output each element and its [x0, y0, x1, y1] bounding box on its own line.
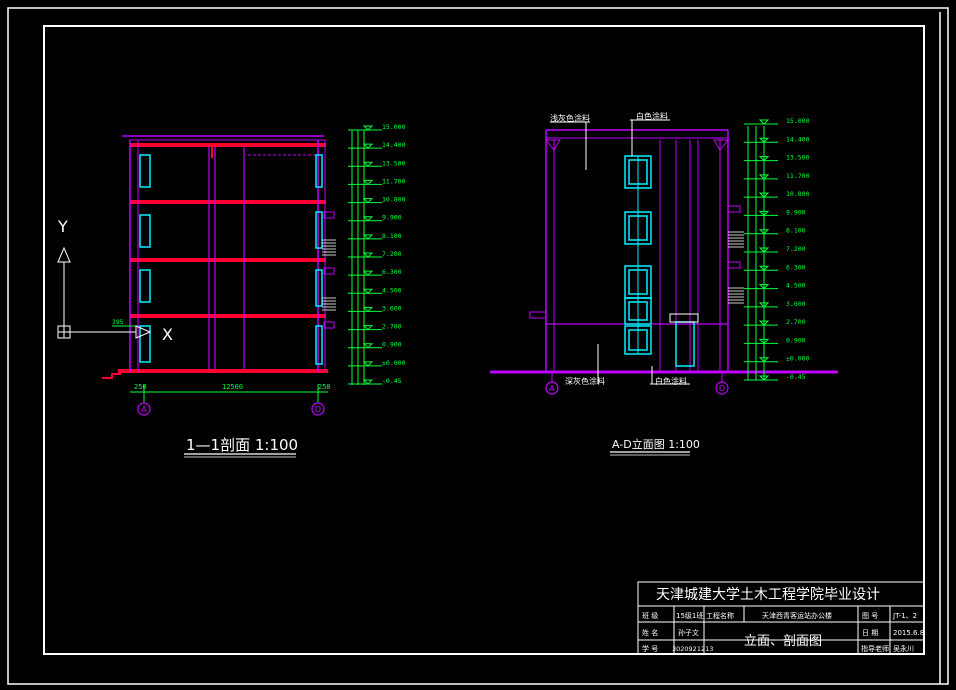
tb-date-label: 日 期	[862, 629, 878, 637]
elevation-level-label: 7.200	[786, 245, 806, 253]
elev-axis-a: A	[549, 384, 555, 393]
tb-drawing-no: JT-1、2	[892, 612, 917, 620]
section-level-label: 10.800	[382, 196, 406, 204]
section-level-label: ±0.000	[382, 359, 406, 367]
section-1-1-drawing: 250 12500 250 A D 395	[102, 135, 336, 416]
section-level-marker	[362, 198, 374, 204]
tb-project-label: 工程名称	[706, 611, 734, 620]
tb-project-name: 天津西青客运站办公楼	[762, 611, 832, 620]
elevation-title: A-D立面图 1:100	[612, 437, 700, 451]
section-title: 1—1剖面 1:100	[186, 436, 298, 454]
elevation-level-label: 6.300	[786, 263, 806, 271]
elevation-level-label: 15.000	[786, 117, 810, 125]
section-axis-d: D	[315, 405, 321, 414]
section-level-label: 14.400	[382, 141, 406, 149]
section-level-label: 15.000	[382, 123, 406, 131]
tb-teacher-label: 指导老师	[861, 644, 889, 653]
tb-drawing-no-label: 图 号	[862, 612, 878, 620]
section-level-marker	[362, 379, 374, 385]
elevation-level-label: 8.100	[786, 227, 806, 235]
section-level-marker	[362, 179, 374, 186]
tb-name-label: 姓 名	[642, 628, 658, 637]
section-span-right: 250	[318, 383, 331, 391]
sheet-outer-border	[7, 7, 949, 685]
tb-date: 2015.6.8	[893, 629, 924, 637]
elevation-level-label: 9.900	[786, 208, 806, 216]
section-level-marker	[362, 161, 374, 167]
tb-name-value: 孙子文	[678, 628, 699, 637]
elevation-level-label: 4.500	[786, 282, 806, 290]
elevation-level-label: 14.400	[786, 135, 810, 143]
section-level-label: 0.900	[382, 341, 402, 349]
section-axis-a: A	[141, 405, 147, 414]
section-level-label: 11.700	[382, 177, 406, 185]
section-level-label: 2.700	[382, 323, 402, 331]
tb-teacher: 吴永川	[893, 644, 914, 653]
elevation-level-label: ±0.000	[786, 355, 810, 363]
section-level-marker	[362, 361, 374, 367]
ucs-x-label: X	[162, 325, 173, 344]
section-level-label: -0.45	[382, 377, 402, 385]
section-span-mid: 12500	[222, 383, 243, 391]
elevation-level-label: 13.500	[786, 154, 810, 162]
section-level-marker	[362, 306, 374, 313]
elevation-level-label: 11.700	[786, 172, 810, 180]
section-level-marker	[362, 252, 374, 258]
elevation-level-label: 2.700	[786, 318, 806, 326]
section-level-label: 4.500	[382, 286, 402, 294]
section-level-marker	[362, 288, 374, 294]
section-level-label: 3.600	[382, 304, 402, 312]
elev-callout-white-top: 白色涂料	[636, 111, 668, 121]
section-level-marker	[362, 143, 374, 149]
section-level-label: 8.100	[382, 232, 402, 240]
elevation-level-label: 3.600	[786, 300, 806, 308]
section-level-marker	[362, 125, 374, 131]
elevation-level-label: -0.45	[786, 373, 806, 381]
elevation-level-label: 10.800	[786, 190, 810, 198]
section-level-marker	[362, 343, 374, 349]
elev-callout-dark-grey: 深灰色涂料	[565, 376, 605, 386]
tb-id-label: 学 号	[642, 644, 658, 653]
section-level-marker	[362, 234, 374, 240]
section-level-marker	[362, 270, 374, 276]
elevation-elevation-chain: 15.000 14.400 13.500 11.700 10.800 9.900 8.100…	[744, 117, 810, 381]
tb-drawing-name: 立面、剖面图	[744, 634, 822, 649]
section-level-label: 7.200	[382, 250, 402, 258]
section-level-label: 13.500	[382, 159, 406, 167]
cad-drawing-canvas[interactable]: 250 12500 250 A D 395 15.000 14.400 13.500…	[0, 0, 956, 690]
title-block-school: 天津城建大学土木工程学院毕业设计	[656, 587, 880, 603]
section-level-marker	[362, 216, 374, 222]
section-level-label: 9.900	[382, 214, 402, 222]
tb-class-value: 15级1班	[676, 611, 703, 620]
section-span-left: 250	[134, 383, 147, 391]
section-elevation-chain: 15.000 14.400 13.500 11.700 10.800 9.900 8.100…	[348, 123, 406, 385]
svg-text:395: 395	[112, 319, 124, 326]
elev-axis-d: D	[719, 384, 725, 393]
section-level-marker	[362, 325, 374, 331]
elev-callout-light-grey: 浅灰色涂料	[550, 113, 590, 123]
ucs-y-label: Y	[57, 217, 68, 236]
elevation-level-marker	[758, 119, 770, 125]
elevation-level-label: 0.900	[786, 336, 806, 344]
tb-class-label: 班 级	[642, 611, 658, 620]
elev-callout-white-bottom: 白色涂料	[655, 376, 687, 386]
tb-id-value: 3020921213	[672, 645, 713, 653]
section-level-label: 6.300	[382, 268, 402, 276]
